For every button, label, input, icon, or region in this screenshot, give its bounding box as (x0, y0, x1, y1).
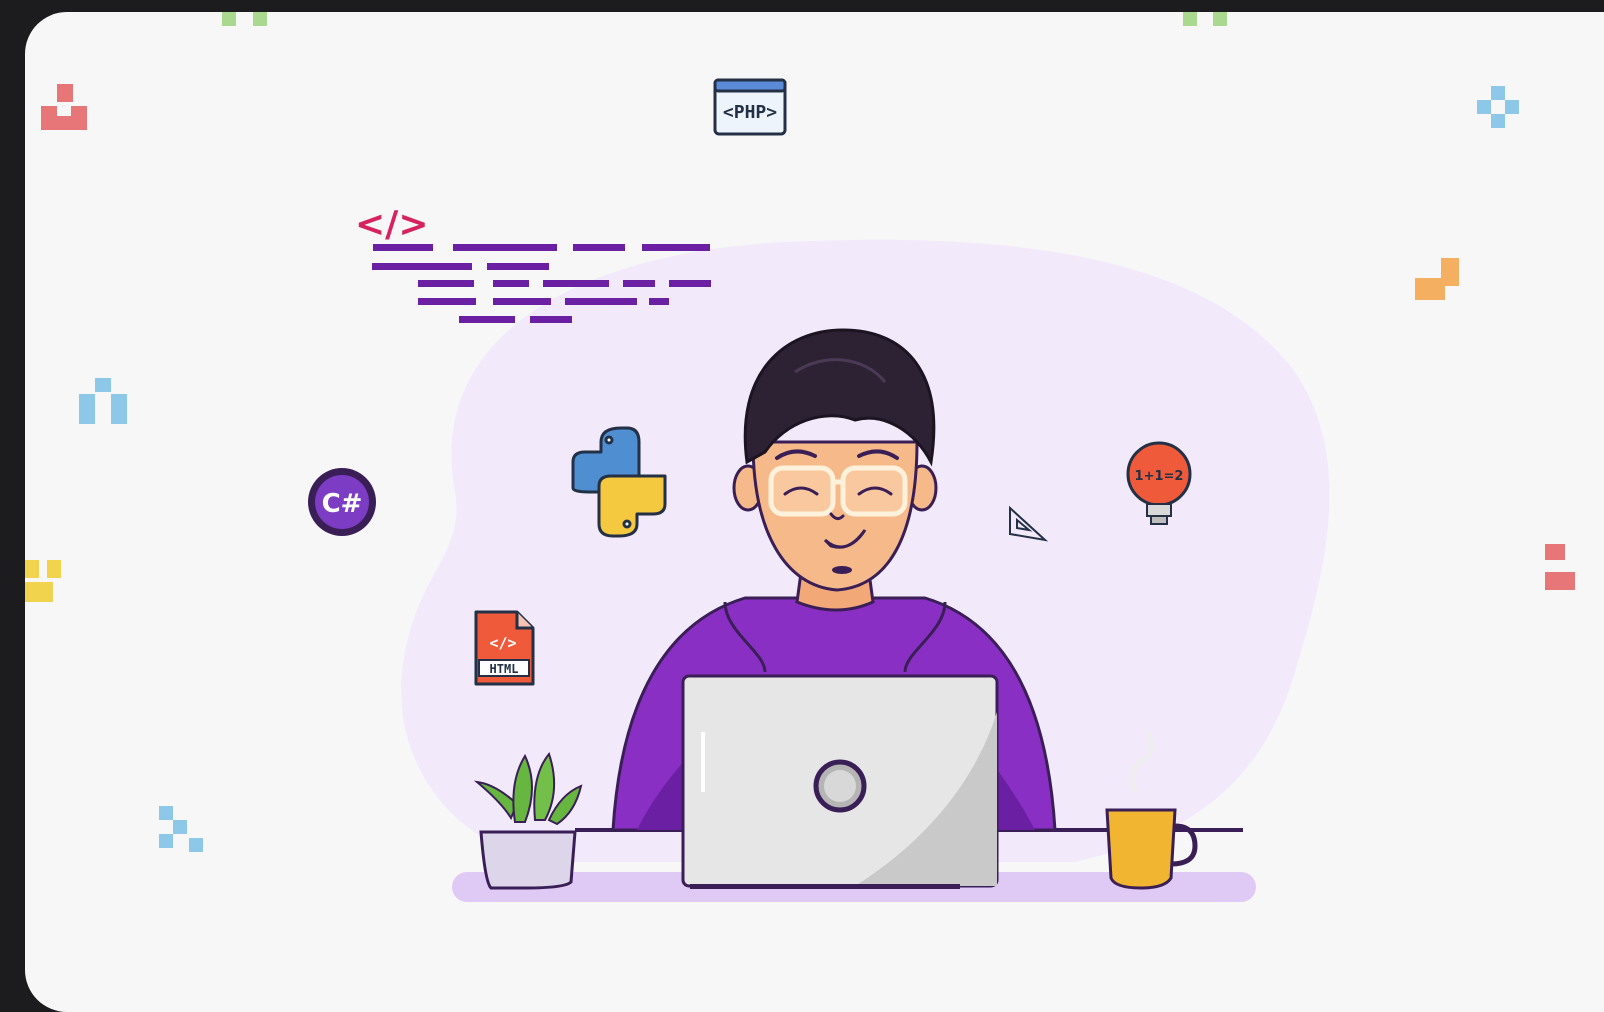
csharp-label: C# (322, 489, 363, 519)
csharp-icon: C# (308, 468, 376, 536)
illustration-card: <PHP> </> C# </> HTML 1+1=2 (25, 12, 1604, 1012)
html-file-tag: </> (489, 634, 516, 652)
code-tag-icon: </> (355, 204, 428, 245)
developer-illustration: <PHP> </> C# </> HTML 1+1=2 (25, 12, 1575, 902)
bulb-equation: 1+1=2 (1135, 469, 1184, 484)
laptop (681, 674, 999, 889)
html-file-icon: </> HTML (474, 610, 535, 686)
php-icon: <PHP> (713, 78, 787, 136)
php-label: <PHP> (723, 102, 777, 123)
html-file-label: HTML (490, 662, 519, 676)
